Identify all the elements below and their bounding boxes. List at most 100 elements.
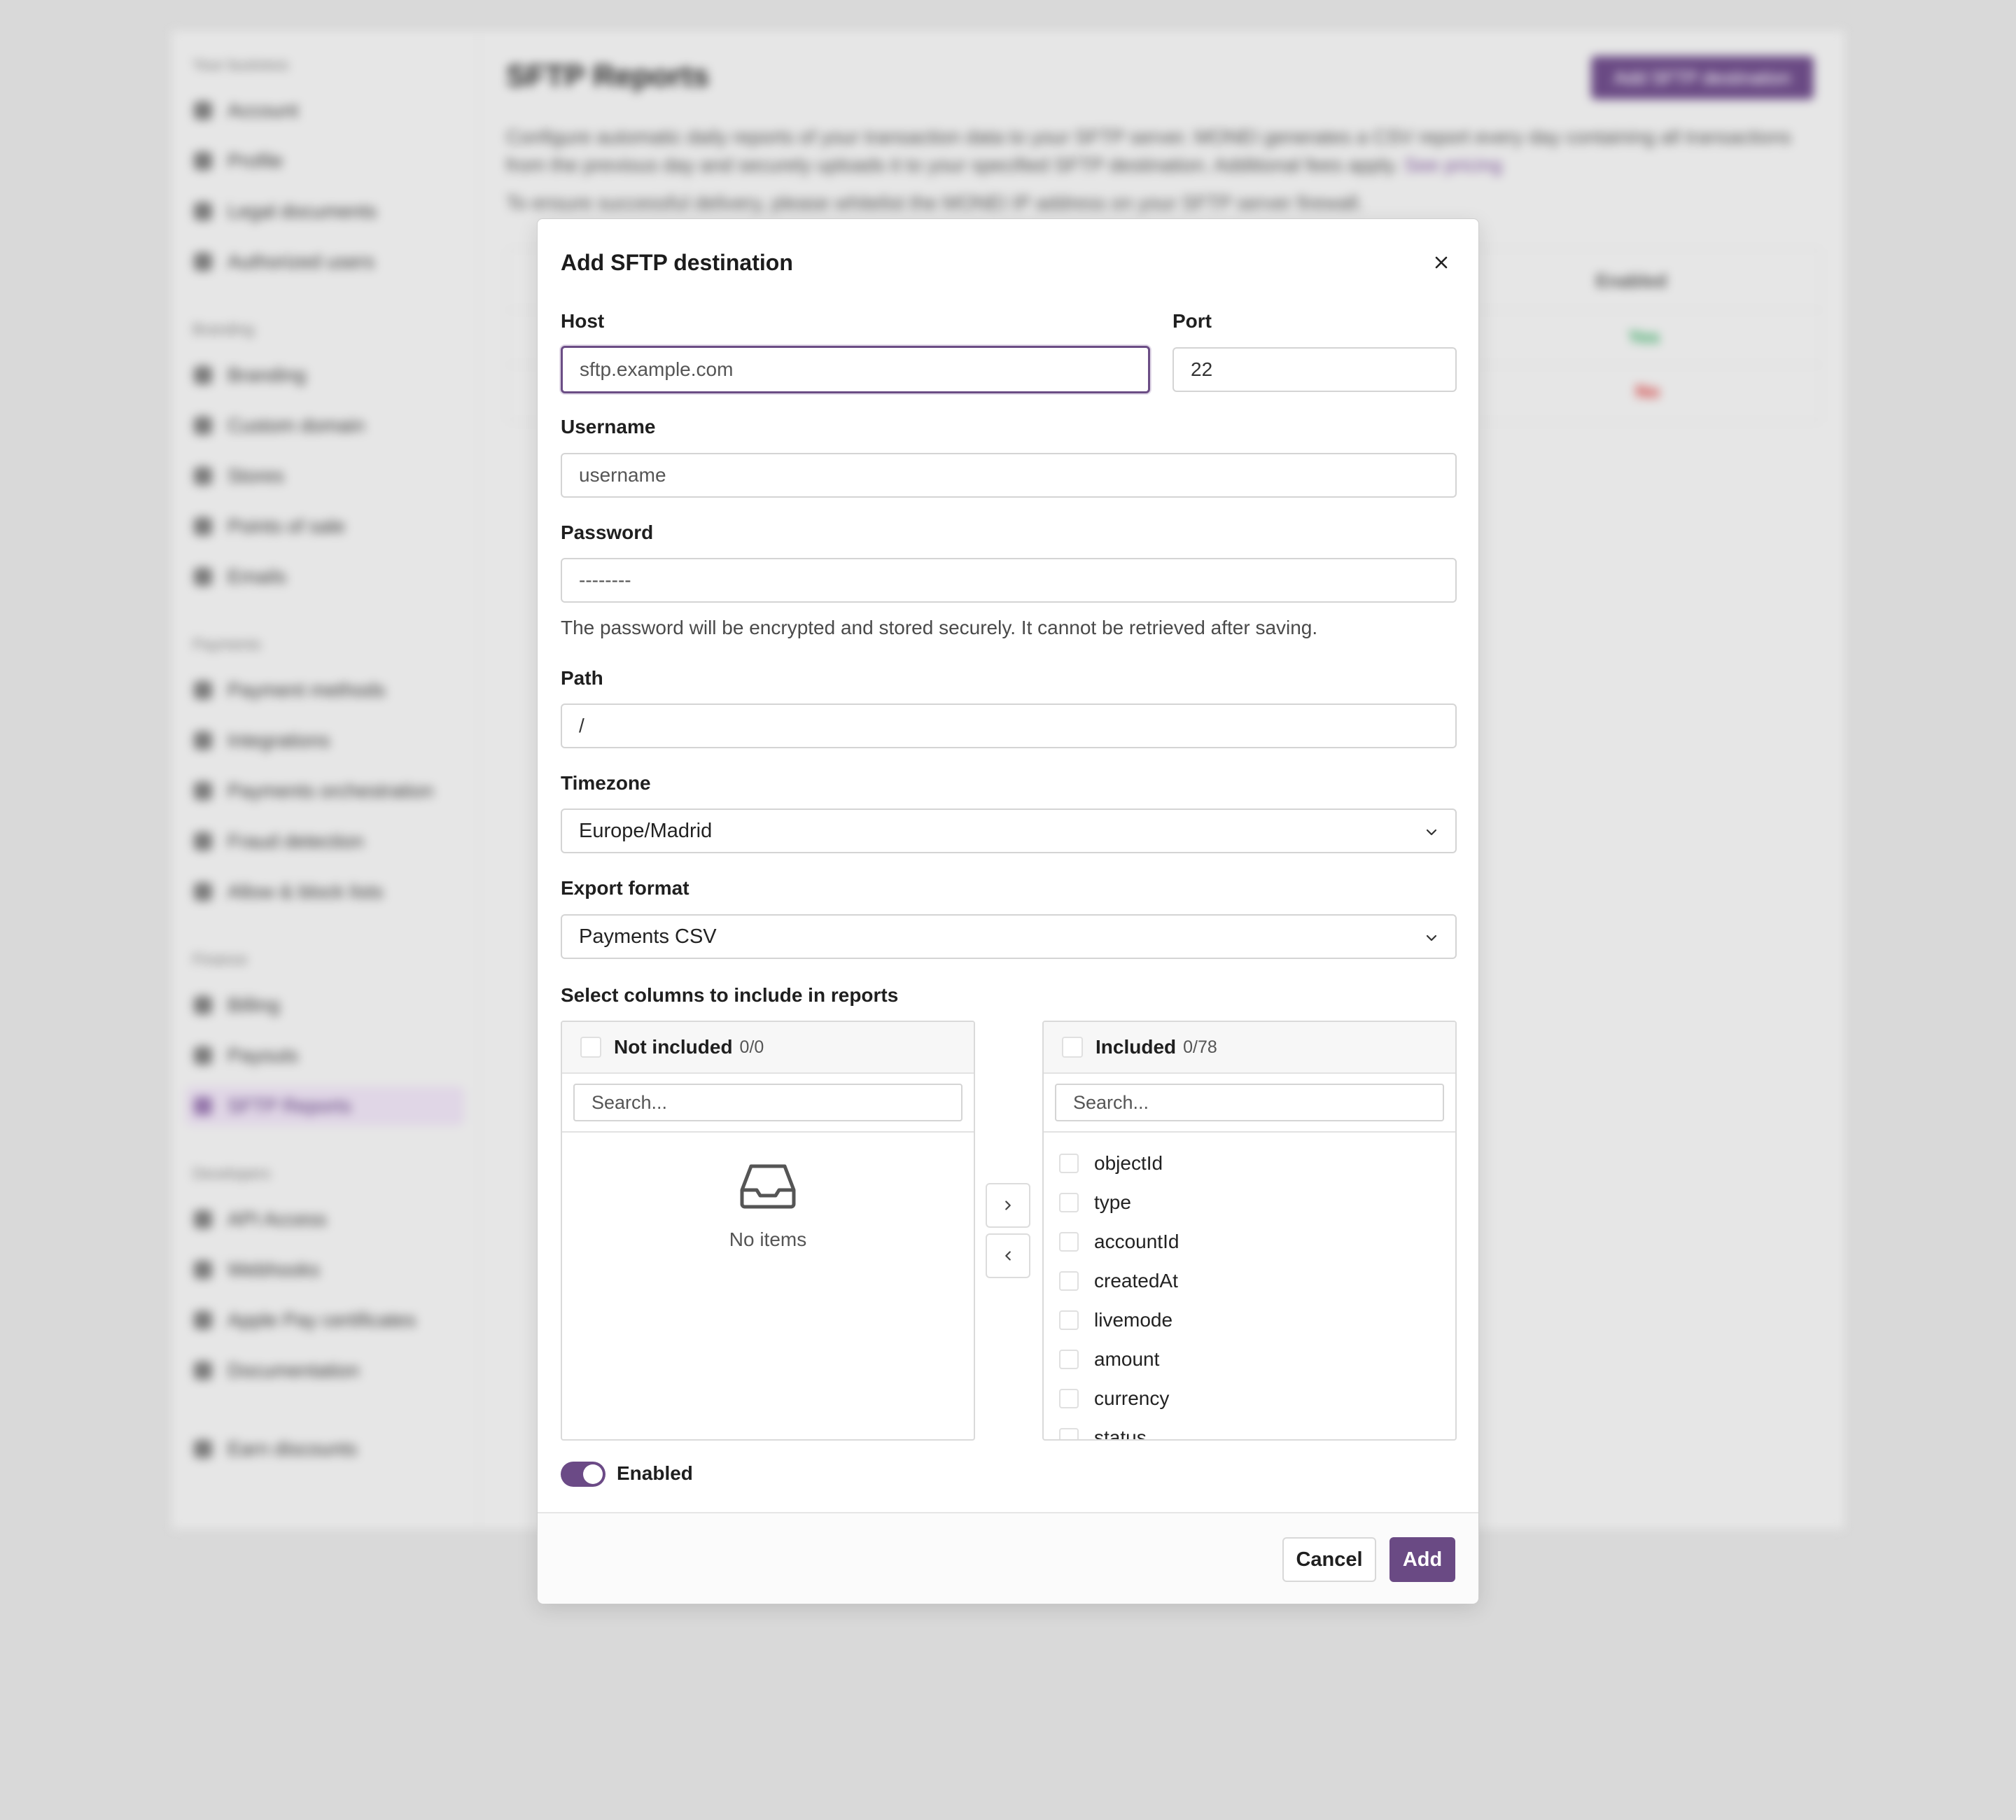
toggle-knob	[583, 1464, 603, 1484]
see-pricing-link[interactable]: See pricing	[1404, 154, 1502, 176]
not-included-search-input[interactable]	[573, 1084, 962, 1121]
item-checkbox[interactable]	[1059, 1271, 1079, 1291]
select-all-not-included-checkbox[interactable]	[580, 1037, 601, 1058]
brush-icon	[194, 366, 212, 384]
close-button[interactable]	[1427, 248, 1455, 276]
column-header-enabled: Enabled	[1595, 270, 1667, 291]
sidebar-section-title: Payments	[192, 636, 261, 653]
close-icon	[1435, 256, 1448, 269]
certificate-icon	[194, 1311, 212, 1329]
mail-icon	[194, 568, 212, 586]
move-to-not-included-button[interactable]	[986, 1233, 1030, 1278]
sidebar-item-allow-block-lists[interactable]: Allow & block lists	[186, 872, 464, 911]
select-all-included-checkbox[interactable]	[1062, 1037, 1083, 1058]
list-item[interactable]: livemode	[1044, 1301, 1455, 1340]
webhook-icon	[194, 1261, 212, 1279]
item-checkbox[interactable]	[1059, 1310, 1079, 1330]
page-title: SFTP Reports	[506, 59, 710, 93]
dialog-title: Add SFTP destination	[561, 250, 793, 275]
sidebar-item-payments-orchestration[interactable]: Payments orchestration	[186, 771, 464, 811]
document-icon	[194, 202, 212, 220]
sidebar-item-emails[interactable]: Emails	[186, 557, 464, 596]
host-label: Host	[561, 310, 605, 332]
export-format-value: Payments CSV	[579, 925, 717, 948]
list-item[interactable]: accountId	[1044, 1222, 1455, 1261]
sidebar-item-authorized-users[interactable]: Authorized users	[186, 242, 464, 281]
port-label: Port	[1172, 310, 1212, 332]
port-input[interactable]	[1172, 347, 1457, 392]
host-input[interactable]	[561, 346, 1150, 393]
no-items-text: No items	[729, 1228, 807, 1250]
sidebar-item-earn-discounts[interactable]: Earn discounts	[186, 1429, 464, 1469]
add-sftp-destination-dialog: Add SFTP destination Host Port Username …	[537, 218, 1479, 1604]
list-item[interactable]: amount	[1044, 1340, 1455, 1379]
sidebar-section-title: Developers	[192, 1165, 271, 1182]
item-checkbox[interactable]	[1059, 1193, 1079, 1212]
users-icon	[194, 253, 212, 271]
list-item[interactable]: type	[1044, 1183, 1455, 1222]
item-checkbox[interactable]	[1059, 1154, 1079, 1173]
export-format-select[interactable]: Payments CSV	[561, 914, 1457, 959]
chevron-left-icon	[1005, 1251, 1011, 1261]
timezone-select[interactable]: Europe/Madrid	[561, 808, 1457, 853]
not-included-header: Not included 0/0	[562, 1022, 974, 1074]
sidebar-section-title: Branding	[192, 321, 255, 338]
status-badge: Yes	[1628, 326, 1660, 347]
sidebar-item-integrations[interactable]: Integrations	[186, 721, 464, 760]
timezone-value: Europe/Madrid	[579, 819, 713, 842]
terminal-icon	[194, 517, 212, 536]
sidebar-item-api-access[interactable]: API Access	[186, 1200, 464, 1239]
password-input[interactable]	[561, 558, 1457, 603]
timezone-label: Timezone	[561, 772, 651, 794]
building-icon	[194, 102, 212, 120]
list-count: 0/78	[1183, 1037, 1217, 1057]
sidebar-item-legal-documents[interactable]: Legal documents	[186, 192, 464, 231]
user-icon	[194, 152, 212, 170]
list-item[interactable]: status	[1044, 1418, 1455, 1439]
sidebar-item-points-of-sale[interactable]: Points of sale	[186, 507, 464, 546]
sidebar-item-branding[interactable]: Branding	[186, 356, 464, 395]
sidebar-section-title: Finance	[192, 951, 248, 968]
enabled-toggle[interactable]	[561, 1462, 606, 1487]
sidebar-item-payouts[interactable]: Payouts	[186, 1036, 464, 1075]
sidebar-item-stores[interactable]: Stores	[186, 456, 464, 496]
list-item[interactable]: createdAt	[1044, 1261, 1455, 1301]
empty-state: No items	[562, 1133, 974, 1251]
list-title: Included	[1096, 1036, 1177, 1058]
item-checkbox[interactable]	[1059, 1428, 1079, 1439]
clock-icon	[194, 1097, 212, 1115]
sidebar-item-billing[interactable]: Billing	[186, 986, 464, 1025]
chevron-right-icon	[1005, 1200, 1011, 1210]
sidebar-item-custom-domain[interactable]: Custom domain	[186, 406, 464, 445]
globe-icon	[194, 416, 212, 435]
add-sftp-destination-button[interactable]: Add SFTP destination	[1591, 56, 1814, 99]
not-included-list: Not included 0/0 No items	[561, 1021, 975, 1441]
username-input[interactable]	[561, 453, 1457, 498]
path-input[interactable]	[561, 704, 1457, 748]
sidebar-item-payment-methods[interactable]: Payment methods	[186, 671, 464, 710]
item-checkbox[interactable]	[1059, 1350, 1079, 1369]
page-description: Configure automatic daily reports of you…	[506, 126, 1791, 176]
list-item[interactable]: objectId	[1044, 1144, 1455, 1183]
settings-sidebar: Your business Account Profile Legal docu…	[172, 31, 479, 1529]
sidebar-item-fraud-detection[interactable]: Fraud detection	[186, 822, 464, 861]
cancel-button[interactable]: Cancel	[1282, 1537, 1376, 1582]
sidebar-item-account[interactable]: Account	[186, 91, 464, 130]
move-to-included-button[interactable]	[986, 1183, 1030, 1228]
included-search-input[interactable]	[1055, 1084, 1444, 1121]
list-item[interactable]: currency	[1044, 1379, 1455, 1418]
item-checkbox[interactable]	[1059, 1232, 1079, 1252]
receipt-icon	[194, 996, 212, 1014]
sidebar-section-title: Your business	[192, 56, 289, 74]
add-button[interactable]: Add	[1390, 1537, 1455, 1582]
flow-icon	[194, 782, 212, 800]
sidebar-item-apple-pay-certificates[interactable]: Apple Pay certificates	[186, 1301, 464, 1340]
bank-icon	[194, 1046, 212, 1065]
password-hint: The password will be encrypted and store…	[561, 617, 1318, 638]
sidebar-item-webhooks[interactable]: Webhooks	[186, 1250, 464, 1289]
item-checkbox[interactable]	[1059, 1389, 1079, 1408]
puzzle-icon	[194, 732, 212, 750]
sidebar-item-profile[interactable]: Profile	[186, 141, 464, 181]
sidebar-item-documentation[interactable]: Documentation	[186, 1351, 464, 1390]
sidebar-item-sftp-reports[interactable]: SFTP Reports	[186, 1086, 464, 1126]
